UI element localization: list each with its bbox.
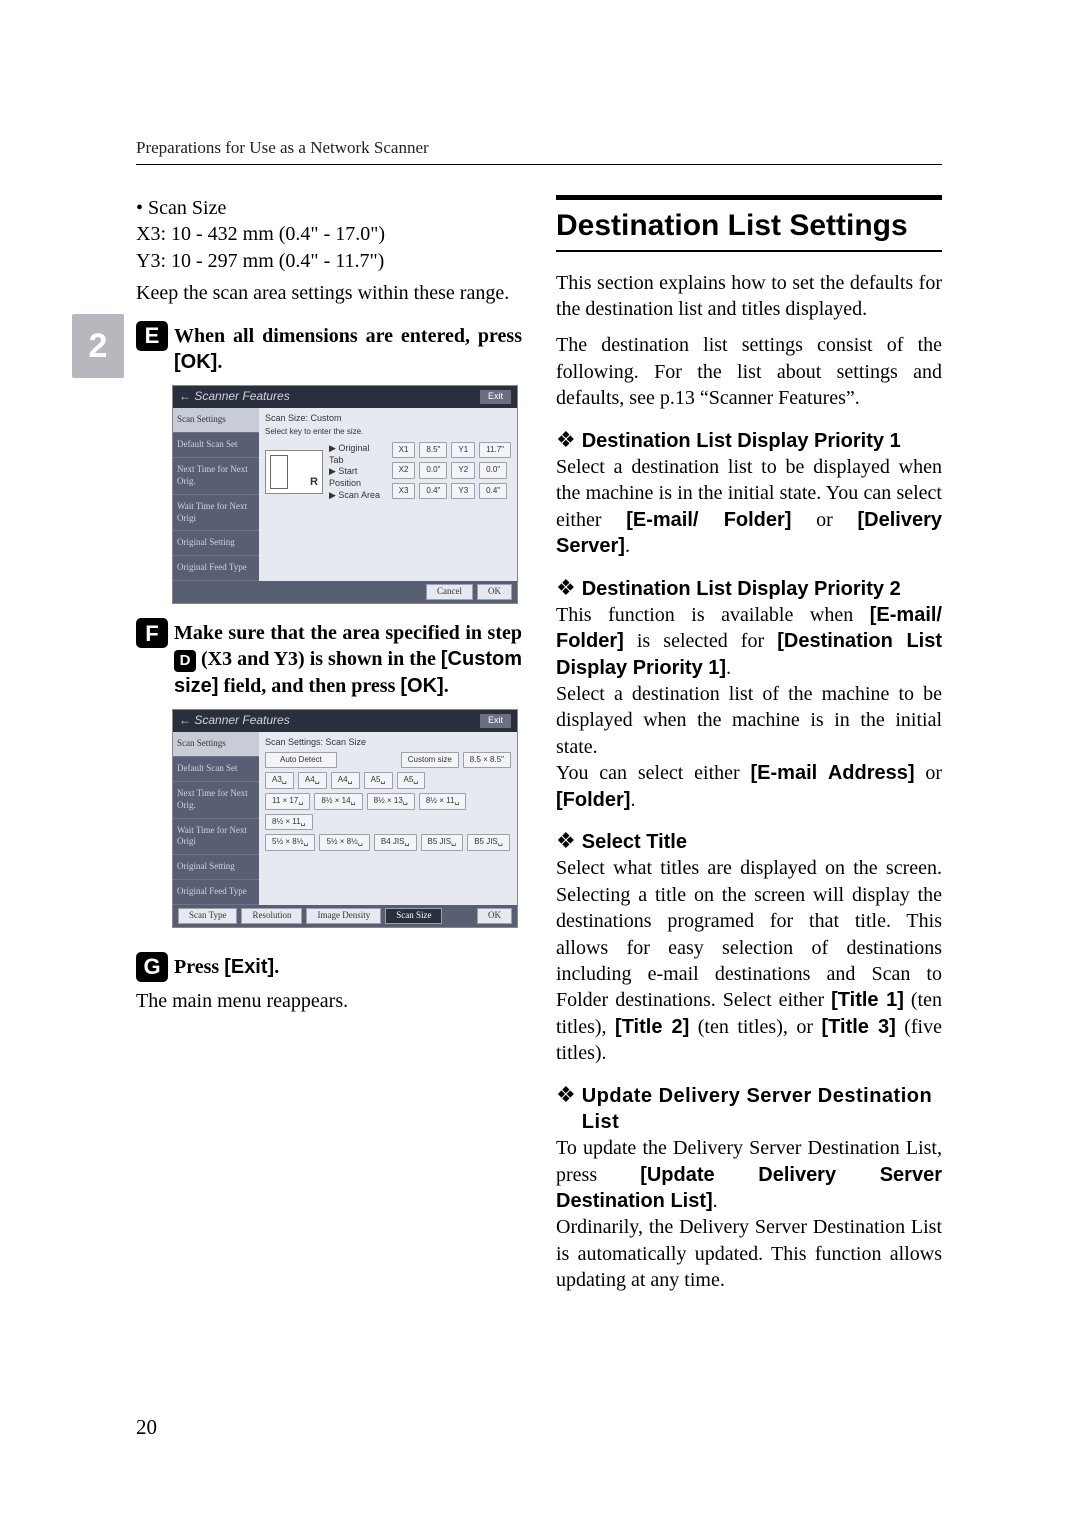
- diamond-icon: ❖: [556, 576, 576, 600]
- page-number: 20: [136, 1415, 157, 1440]
- shot1-cancel: Cancel: [426, 584, 473, 600]
- shot2-custom-label: Custom size: [401, 752, 459, 769]
- shot2-title: ← Scanner Features: [179, 713, 290, 729]
- shot2-exit: Exit: [480, 714, 511, 728]
- item-update-list-body2: Ordinarily, the Delivery Server Destinat…: [556, 1214, 942, 1293]
- exit-label: [Exit]: [224, 956, 274, 978]
- diamond-icon: ❖: [556, 1083, 576, 1107]
- step-5: E When all dimensions are entered, press…: [136, 321, 522, 376]
- step-6: F Make sure that the area specified in s…: [136, 618, 522, 699]
- shot2-custom-val: 8.5 × 8.5": [463, 752, 511, 769]
- step-7: G Press [Exit].: [136, 952, 522, 982]
- item-priority-2-body2: Select a destination list of the machine…: [556, 681, 942, 760]
- screenshot-scan-size-custom: ← Scanner Features Exit Scan Settings De…: [172, 385, 518, 604]
- item-priority-2-body: This function is available when [E-mail/…: [556, 602, 942, 681]
- shot1-row: ▶ Start Position: [329, 466, 386, 490]
- shot1-tab: Next Time for Next Orig.: [173, 458, 259, 495]
- shot1-tab: Scan Settings: [173, 408, 259, 433]
- item-priority-2-body3: You can select either [E-mail Address] o…: [556, 760, 942, 813]
- section-heading: Destination List Settings: [556, 195, 942, 252]
- shot1-tab: Original Feed Type: [173, 556, 259, 581]
- chapter-tab: 2: [72, 314, 124, 378]
- item-select-title: ❖ Select Title: [556, 829, 942, 855]
- item-update-list: ❖ Update Delivery Server Destination Lis…: [556, 1083, 942, 1136]
- shot1-row: ▶ Original Tab: [329, 443, 386, 467]
- intro-p2: The destination list settings consist of…: [556, 332, 942, 411]
- right-column: Destination List Settings This section e…: [556, 195, 942, 1294]
- shot1-exit: Exit: [480, 390, 511, 404]
- intro-p1: This section explains how to set the def…: [556, 270, 942, 323]
- shot1-title: ← Scanner Features: [179, 389, 290, 405]
- keep-range-note: Keep the scan area settings within these…: [136, 280, 522, 306]
- step-6-badge: F: [136, 618, 168, 648]
- shot1-header: Scan Size: Custom: [265, 413, 511, 425]
- shot1-sub: Select key to enter the size.: [265, 427, 511, 438]
- shot2-tab: Original Feed Type: [173, 880, 259, 905]
- header-rule: [136, 164, 942, 165]
- item-update-list-body1: To update the Delivery Server Destinatio…: [556, 1135, 942, 1214]
- ok-label: [OK]: [400, 675, 443, 697]
- shot1-ok: OK: [477, 584, 512, 600]
- shot2-tab: Wait Time for Next Origi: [173, 819, 259, 856]
- main-menu-note: The main menu reappears.: [136, 988, 522, 1014]
- running-header: Preparations for Use as a Network Scanne…: [136, 138, 942, 158]
- shot2-tab: Scan Settings: [173, 732, 259, 757]
- left-column: • Scan Size X3: 10 - 432 mm (0.4" - 17.0…: [136, 195, 522, 1294]
- step-7-badge: G: [136, 952, 168, 982]
- item-priority-2: ❖ Destination List Display Priority 2: [556, 576, 942, 602]
- diamond-icon: ❖: [556, 829, 576, 853]
- item-select-title-body: Select what titles are displayed on the …: [556, 855, 942, 1066]
- screenshot-scan-size-list: ← Scanner Features Exit Scan Settings De…: [172, 709, 518, 928]
- step-4-ref-icon: D: [174, 650, 196, 672]
- shot1-tab: Default Scan Set: [173, 433, 259, 458]
- shot2-tab: Default Scan Set: [173, 757, 259, 782]
- step-5-badge: E: [136, 321, 168, 351]
- shot1-row: ▶ Scan Area: [329, 490, 386, 502]
- shot2-ok: OK: [477, 908, 512, 924]
- shot2-header: Scan Settings: Scan Size: [265, 737, 511, 749]
- scan-x3: X3: 10 - 432 mm (0.4" - 17.0"): [136, 221, 522, 247]
- ok-label: [OK]: [174, 351, 217, 373]
- shot2-tab: Next Time for Next Orig.: [173, 782, 259, 819]
- bullet-scan-size: • Scan Size: [136, 195, 522, 221]
- item-priority-1: ❖ Destination List Display Priority 1: [556, 428, 942, 454]
- shot2-tab: Original Setting: [173, 855, 259, 880]
- diamond-icon: ❖: [556, 428, 576, 452]
- scan-y3: Y3: 10 - 297 mm (0.4" - 11.7"): [136, 248, 522, 274]
- shot1-tab: Wait Time for Next Origi: [173, 495, 259, 532]
- shot1-tab: Original Setting: [173, 531, 259, 556]
- shot2-auto: Auto Detect: [265, 752, 337, 769]
- item-priority-1-body: Select a destination list to be displaye…: [556, 454, 942, 560]
